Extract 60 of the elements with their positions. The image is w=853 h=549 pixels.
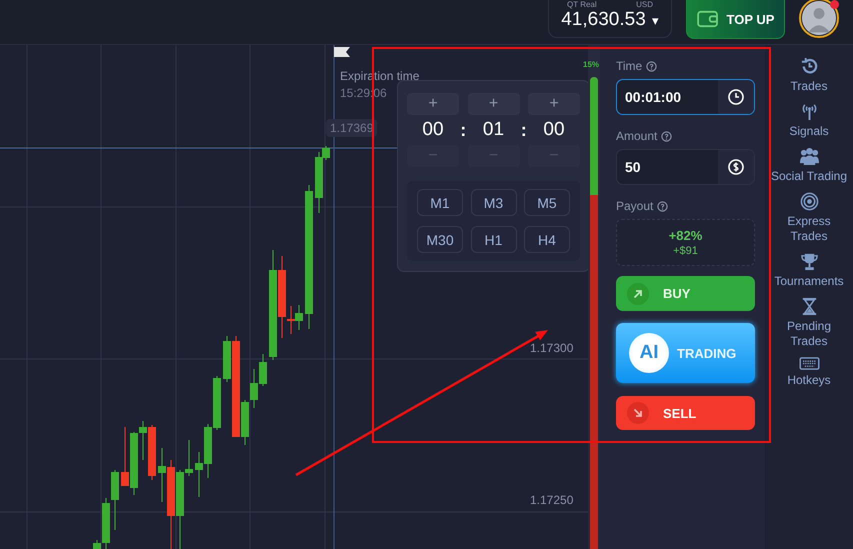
preset-button[interactable]: M30 xyxy=(417,226,463,253)
sell-button[interactable]: SELL xyxy=(616,396,755,430)
sidebar-item[interactable]: Social Trading xyxy=(766,147,852,184)
sentiment-percent: 15% xyxy=(583,60,600,69)
price-axis-label: 1.17300 xyxy=(530,341,574,355)
wallet-icon xyxy=(696,10,719,28)
arrow-up-right-icon xyxy=(627,282,649,304)
time-value: 01 xyxy=(482,119,504,141)
clock-icon xyxy=(728,89,744,105)
sidebar-item[interactable]: Hotkeys xyxy=(766,357,852,388)
ai-badge: AI xyxy=(629,333,669,373)
help-icon xyxy=(657,200,668,212)
current-price-tag: 1.17369 xyxy=(326,119,378,137)
price-axis-label: 1.17250 xyxy=(530,493,574,507)
keyboard-icon xyxy=(798,357,820,370)
ai-trading-label: TRADING xyxy=(677,346,736,360)
increment-button[interactable]: + xyxy=(528,93,580,115)
increment-button[interactable]: + xyxy=(407,93,459,115)
payout-amount: +$91 xyxy=(673,245,698,257)
account-balance-selector[interactable]: QT Real USD 41,630.53 ▾ xyxy=(548,0,672,38)
amount-label: Amount xyxy=(616,129,658,143)
account-type-label: QT Real xyxy=(567,0,597,9)
trophy-icon xyxy=(800,252,818,271)
time-value: 00 xyxy=(543,119,565,141)
sidebar-item[interactable]: Pending Trades xyxy=(766,297,852,349)
preset-button[interactable]: M5 xyxy=(524,189,570,216)
time-input-field[interactable]: 00:01:00 xyxy=(617,80,718,114)
history-icon xyxy=(800,57,818,76)
antenna-icon xyxy=(800,102,818,121)
flag-icon xyxy=(334,47,350,57)
time-value: 00 xyxy=(422,119,444,141)
dollar-icon xyxy=(728,159,744,175)
currency-label: USD xyxy=(636,0,653,9)
balance-amount: 41,630.53 xyxy=(561,9,646,31)
caret-icon: ▾ xyxy=(652,12,659,28)
people-icon xyxy=(798,147,820,166)
amount-field[interactable]: 50 xyxy=(616,149,755,185)
help-icon xyxy=(661,130,672,142)
time-field[interactable]: 00:01:00 xyxy=(616,79,755,115)
target-icon xyxy=(800,192,818,211)
time-separator: : xyxy=(460,120,466,140)
preset-button[interactable]: M1 xyxy=(417,189,463,216)
sidebar-item[interactable]: Trades xyxy=(766,57,852,94)
amount-input-field[interactable]: 50 xyxy=(617,150,718,184)
time-separator: : xyxy=(520,120,527,140)
increment-button[interactable]: + xyxy=(468,93,520,115)
payout-label: Payout xyxy=(616,199,654,213)
arrow-down-right-icon xyxy=(627,402,649,424)
preset-button[interactable]: H1 xyxy=(470,226,516,253)
help-icon xyxy=(646,60,658,72)
sidebar-item[interactable]: Express Trades xyxy=(766,192,852,244)
user-avatar[interactable] xyxy=(799,0,839,38)
sidebar-item[interactable]: Tournaments xyxy=(766,252,852,289)
payout-percent: +82% xyxy=(668,228,702,243)
top-up-button[interactable]: TOP UP xyxy=(686,0,785,39)
time-label: Time xyxy=(616,59,642,73)
preset-button[interactable]: H4 xyxy=(524,226,570,253)
preset-button[interactable]: M3 xyxy=(470,189,516,216)
sidebar-item[interactable]: Signals xyxy=(766,102,852,139)
ai-trading-button[interactable]: AI TRADING xyxy=(616,323,755,383)
